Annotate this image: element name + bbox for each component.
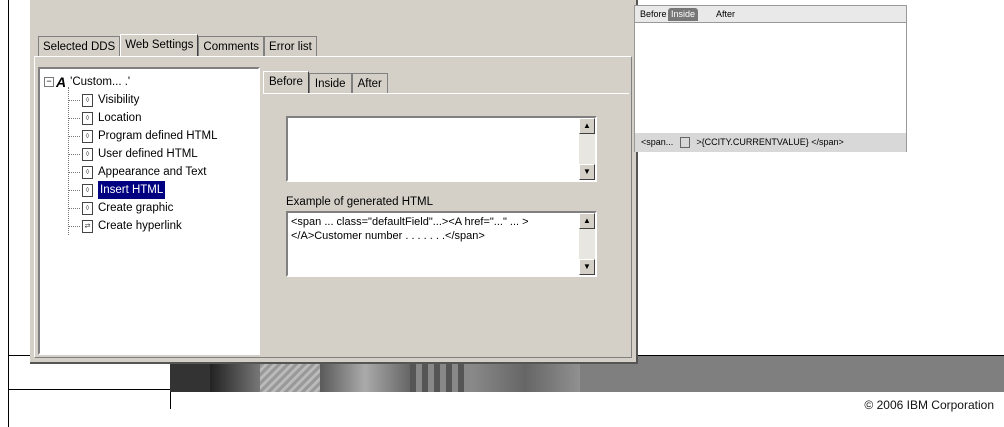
tab-comments[interactable]: Comments [198,36,265,57]
dialog-tabs: Selected DDS Web Settings Comments Error… [38,34,317,57]
tree-item-create-hyperlink[interactable]: ⇄ Create hyperlink [82,217,182,235]
node-icon: ◊ [82,183,93,197]
scroll-up-icon[interactable]: ▲ [579,118,595,134]
tab-web-settings[interactable]: Web Settings [120,34,199,57]
html-position-tabs: Before Inside After [263,71,388,94]
scroll-down-icon[interactable]: ▼ [579,164,595,180]
tree-connector [68,100,80,101]
tree-connector [68,118,80,119]
preview-status-bar: <span... >{CCITY.CURRENTVALUE} </span> [635,133,906,152]
insert-html-editor[interactable]: ▲ ▼ [286,116,597,182]
tab-selected-dds[interactable]: Selected DDS [38,36,121,57]
example-html-output[interactable]: <span ... class="defaultField"...><A hre… [286,211,597,277]
tree-item-insert-html[interactable]: ◊ Insert HTML [82,181,166,199]
tab-error-list[interactable]: Error list [264,36,317,57]
tab-before[interactable]: Before [263,71,309,94]
scroll-up-icon[interactable]: ▲ [579,213,595,229]
node-icon: ◊ [82,147,93,161]
tree-item-label: Location [98,112,142,124]
tree-root[interactable]: − A 'Custom... .' [44,73,130,91]
tree-item-label: User defined HTML [98,148,198,160]
example-html-text: <span ... class="defaultField"...><A hre… [291,216,529,242]
tree-connector [68,190,80,191]
web-settings-dialog: Selected DDS Web Settings Comments Error… [30,0,638,364]
tree-item-create-graphic[interactable]: ◊ Create graphic [82,199,173,217]
web-settings-panel: − A 'Custom... .' ◊ Visibility ◊ Locatio… [34,56,632,358]
node-icon: ◊ [82,111,93,125]
tree-item-label: Create graphic [98,202,174,214]
tree-root-label: 'Custom... .' [70,76,131,88]
tree-item-program-defined-html[interactable]: ◊ Program defined HTML [82,127,218,145]
tree-connector [68,154,80,155]
tree-connector [68,172,80,173]
tab-after[interactable]: After [351,73,388,94]
tree-connector [68,136,80,137]
tree-item-label: Program defined HTML [98,130,218,142]
tree-item-visibility[interactable]: ◊ Visibility [82,91,139,109]
preview-panel: Before Inside After <span... >{CCITY.CUR… [634,5,907,152]
tab-inside[interactable]: Inside [308,73,352,94]
tree-item-label: Insert HTML [98,181,166,199]
tree-item-location[interactable]: ◊ Location [82,109,141,127]
tree-connector [68,208,80,209]
tree-item-user-defined-html[interactable]: ◊ User defined HTML [82,145,198,163]
frame-tick-line [170,389,171,409]
tree-connector [68,87,69,235]
collapse-icon[interactable]: − [44,77,54,87]
scroll-down-icon[interactable]: ▼ [579,259,595,275]
frame-left-line [8,0,9,427]
example-scrollbar[interactable]: ▲ ▼ [579,213,595,275]
tree-item-label: Visibility [98,94,140,106]
node-icon: ◊ [82,93,93,107]
status-prefix: <span... [641,137,674,147]
preview-tab-after[interactable]: After [713,8,738,21]
frame-lower-line [8,389,170,390]
tree-item-appearance-and-text[interactable]: ◊ Appearance and Text [82,163,206,181]
node-icon: ◊ [82,201,93,215]
settings-tree[interactable]: − A 'Custom... .' ◊ Visibility ◊ Locatio… [38,67,260,355]
tree-connector [68,226,80,227]
copyright-text: © 2006 IBM Corporation [864,398,994,412]
tree-item-label: Appearance and Text [98,166,207,178]
tab-divider [263,93,629,94]
example-label: Example of generated HTML [286,196,434,208]
tree-item-label: Create hyperlink [98,220,182,232]
field-a-icon: A [56,74,67,90]
status-suffix: >{CCITY.CURRENTVALUE} </span> [696,137,844,147]
preview-tab-before[interactable]: Before [637,8,670,21]
preview-tab-inside[interactable]: Inside [668,8,699,21]
lock-icon [679,137,690,149]
node-icon: ◊ [82,165,93,179]
hyperlink-node-icon: ⇄ [82,219,93,233]
node-icon: ◊ [82,129,93,143]
preview-tabs: Before Inside After [635,6,906,23]
editor-scrollbar[interactable]: ▲ ▼ [579,118,595,180]
